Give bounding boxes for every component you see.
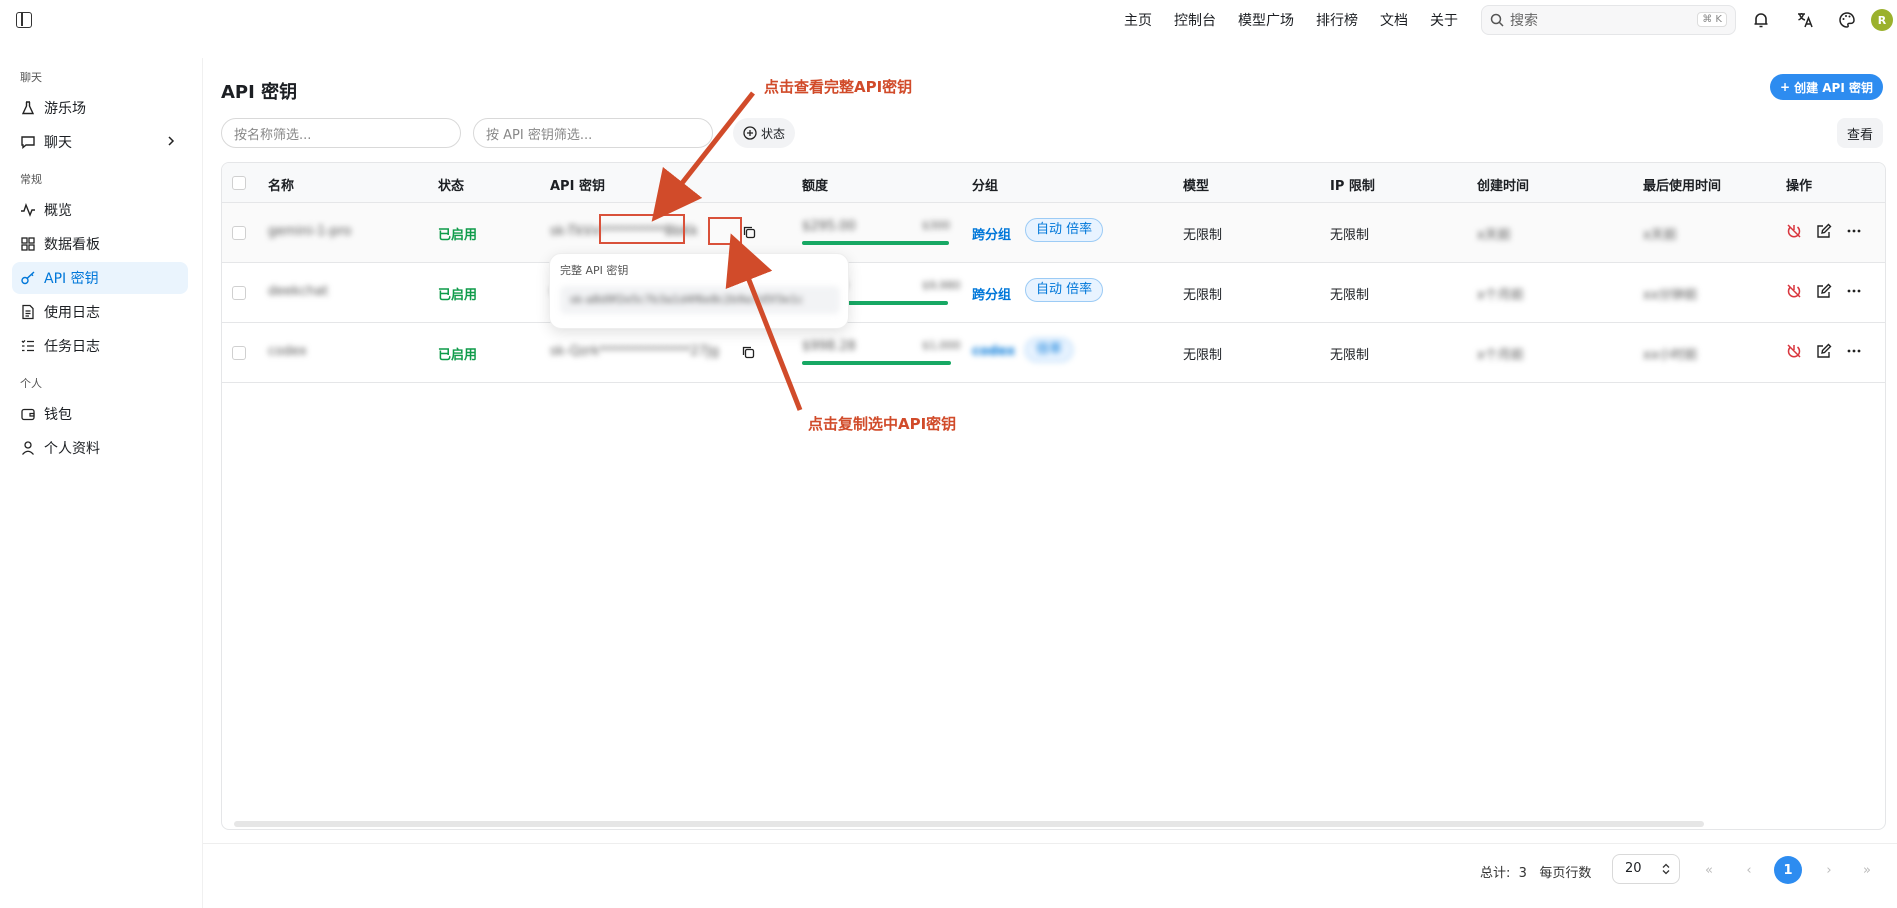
annotation-view-key: 点击查看完整API密钥: [764, 78, 913, 96]
annotation-arrows: [651, 91, 803, 411]
annotation-copy-key: 点击复制选中API密钥: [808, 415, 957, 433]
